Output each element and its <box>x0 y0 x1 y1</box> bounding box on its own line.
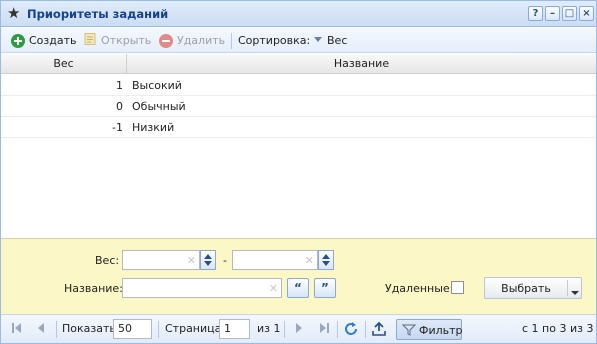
column-header-weight[interactable]: Вес <box>1 54 126 74</box>
pager-separator <box>158 321 159 338</box>
page-size-label: Показать <box>62 322 116 335</box>
stepper-down-icon[interactable] <box>204 261 212 266</box>
quote-close-button[interactable]: ” <box>314 278 336 298</box>
export-icon[interactable] <box>371 321 387 340</box>
pager-separator <box>56 321 57 338</box>
toolbar-separator <box>231 33 232 49</box>
pager-separator <box>365 321 366 338</box>
clear-icon[interactable]: ✕ <box>269 282 278 295</box>
open-label: Открыть <box>101 34 152 47</box>
filter-panel: Вес: ✕ - ✕ Название: ✕ “ ” Удаленные: Вы… <box>1 238 596 314</box>
help-button[interactable]: ? <box>528 6 543 21</box>
filter-toggle-button[interactable]: Фильтр <box>396 319 463 340</box>
stepper-up-icon[interactable] <box>322 254 330 259</box>
star-icon: ★ <box>7 4 21 22</box>
weight-to-stepper[interactable] <box>318 250 334 270</box>
grid-header: Вес Название <box>1 54 596 74</box>
select-label: Выбрать <box>501 282 551 295</box>
page-label: Страница <box>165 322 222 335</box>
filter-toggle-label: Фильтр <box>419 324 463 337</box>
close-button[interactable]: × <box>579 6 594 21</box>
name-filter-label: Название: <box>64 282 123 295</box>
remove-circle-icon <box>159 34 173 48</box>
table-row[interactable]: 1 Высокий <box>1 75 596 96</box>
page-number-input[interactable]: 1 <box>219 319 250 339</box>
weight-from-input[interactable]: ✕ <box>122 250 200 270</box>
delete-button[interactable]: Удалить <box>159 33 225 49</box>
table-row[interactable]: 0 Обычный <box>1 96 596 117</box>
quote-open-button[interactable]: “ <box>287 278 309 298</box>
refresh-icon[interactable] <box>343 321 359 340</box>
maximize-button[interactable]: □ <box>562 6 577 21</box>
deleted-label: Удаленные: <box>385 282 454 295</box>
window-title: Приоритеты заданий <box>27 7 169 21</box>
cell-name: Высокий <box>132 79 182 92</box>
split-divider <box>567 280 568 296</box>
pager-separator <box>337 321 338 338</box>
stepper-down-icon[interactable] <box>322 261 330 266</box>
window-titlebar: ★ Приоритеты заданий ? – □ × <box>1 1 596 27</box>
cell-name: Низкий <box>132 121 175 134</box>
next-page-icon[interactable] <box>295 323 303 336</box>
sort-field-label: Вес <box>327 34 348 47</box>
sort-desc-icon <box>313 33 323 49</box>
minimize-button[interactable]: – <box>545 6 560 21</box>
cell-weight: 1 <box>116 79 123 92</box>
weight-from-stepper[interactable] <box>200 250 216 270</box>
last-page-icon[interactable] <box>318 323 329 336</box>
toolbar: Создать Открыть Удалить Сортировка: Вес <box>1 28 596 53</box>
stepper-up-icon[interactable] <box>204 254 212 259</box>
open-document-icon <box>83 32 97 51</box>
prev-page-icon[interactable] <box>37 323 45 336</box>
weight-filter-label: Вес: <box>95 254 120 267</box>
create-label: Создать <box>29 34 77 47</box>
paging-toolbar: Показать 50 Страница 1 из 1 Фильтр с 1 п… <box>1 314 596 343</box>
create-button[interactable]: Создать <box>11 33 77 49</box>
sort-label: Сортировка: <box>238 34 311 47</box>
pager-separator <box>284 321 285 338</box>
sort-field-button[interactable]: Вес <box>313 33 347 49</box>
first-page-icon[interactable] <box>12 323 23 336</box>
clear-icon[interactable]: ✕ <box>187 254 196 267</box>
clear-icon[interactable]: ✕ <box>305 254 314 267</box>
page-size-input[interactable]: 50 <box>113 319 152 339</box>
cell-name: Обычный <box>132 100 186 113</box>
delete-label: Удалить <box>177 34 226 47</box>
grid-body: 1 Высокий 0 Обычный -1 Низкий <box>1 75 596 237</box>
add-circle-icon <box>11 34 25 48</box>
column-header-name[interactable]: Название <box>127 54 596 74</box>
chevron-down-icon[interactable] <box>571 286 579 299</box>
table-row[interactable]: -1 Низкий <box>1 117 596 138</box>
name-filter-input[interactable]: ✕ <box>122 278 282 298</box>
weight-to-input[interactable]: ✕ <box>232 250 318 270</box>
priorities-window: ★ Приоритеты заданий ? – □ × Создать Отк… <box>0 0 597 344</box>
deleted-checkbox[interactable] <box>451 281 464 294</box>
range-dash: - <box>223 254 227 267</box>
funnel-icon <box>401 323 417 340</box>
open-button[interactable]: Открыть <box>83 32 152 51</box>
cell-weight: 0 <box>116 100 123 113</box>
select-button[interactable]: Выбрать <box>484 277 582 299</box>
page-count-label: из 1 <box>257 322 281 335</box>
range-display: с 1 по 3 из 3 <box>522 322 594 335</box>
cell-weight: -1 <box>112 121 123 134</box>
